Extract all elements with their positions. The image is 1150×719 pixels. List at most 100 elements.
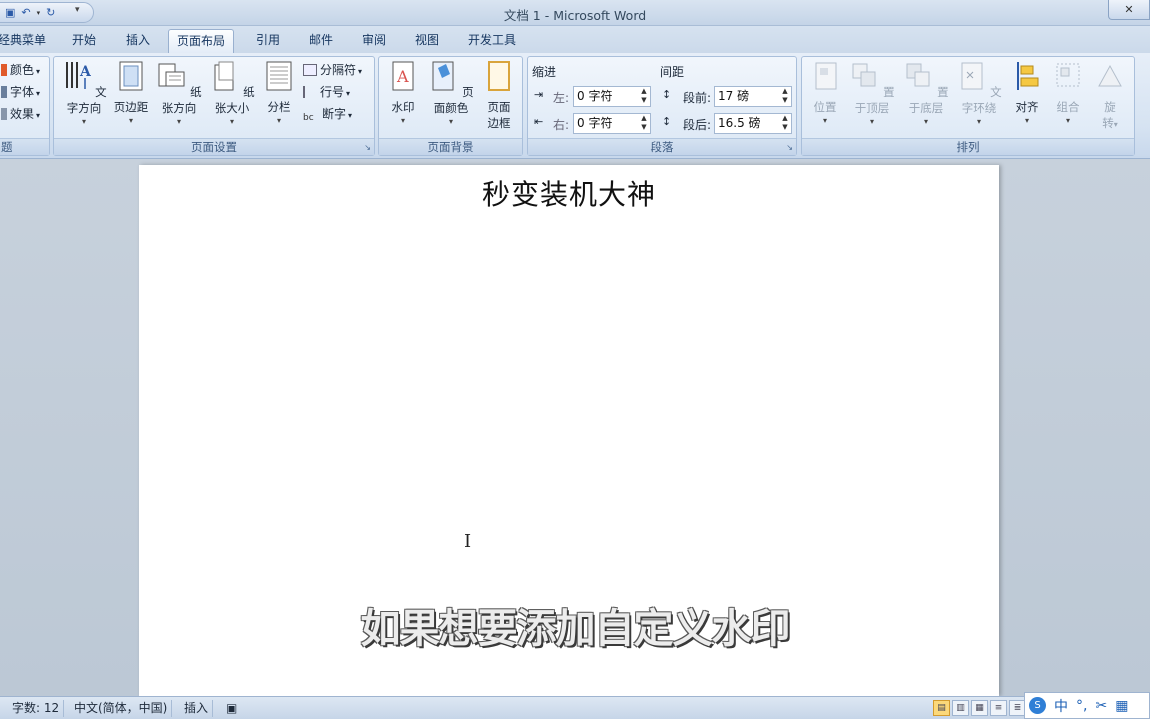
group-button[interactable]: 组合 ▾ <box>1050 60 1086 125</box>
hyphenation-icon: bc <box>303 113 314 123</box>
indent-left-input[interactable]: 0 字符 ▲ ▼ <box>573 86 651 107</box>
margins-label: 页边距 <box>113 100 149 114</box>
text-cursor-icon: I <box>464 531 472 552</box>
paper-size-icon <box>214 61 234 91</box>
ime-logo-icon[interactable]: S <box>1029 697 1046 714</box>
document-title-text[interactable]: 秒变装机大神 <box>139 173 999 213</box>
spacing-after-spinner[interactable]: ▲ ▼ <box>779 114 791 133</box>
svg-text:A: A <box>396 67 409 86</box>
indent-right-input[interactable]: 0 字符 ▲ ▼ <box>573 113 651 134</box>
breaks-icon <box>303 64 317 76</box>
paragraph-launcher-icon[interactable]: ↘ <box>786 143 793 152</box>
paragraph-group-label: 段落 <box>528 138 796 155</box>
ime-punctuation-icon[interactable]: °, <box>1076 698 1087 714</box>
status-bar: 字数: 12 中文(简体，中国) 插入 ▣ ▤ ▥ ▦ ≡ ≣ <box>0 696 1150 719</box>
margins-button[interactable]: 页边距 ▾ <box>111 60 151 125</box>
align-icon <box>1017 62 1039 90</box>
text-direction-button[interactable]: A 文字方向 ▾ <box>58 60 110 126</box>
theme-effects-button[interactable]: 效果 ▾ <box>1 105 40 123</box>
align-button[interactable]: 对齐 ▾ <box>1007 60 1047 125</box>
page-setup-launcher-icon[interactable]: ↘ <box>364 143 371 152</box>
page-borders-button[interactable]: 页面 边框 <box>481 60 517 131</box>
size-button[interactable]: 纸张大小 ▾ <box>207 60 257 126</box>
svg-text:A: A <box>79 64 91 80</box>
orientation-button[interactable]: 纸张方向 ▾ <box>154 60 204 126</box>
spacing-before-value: 17 磅 <box>718 89 750 103</box>
tab-classic-menu[interactable]: 经典菜单 <box>0 31 48 53</box>
indent-left-label: 左: <box>553 91 570 105</box>
orientation-icon <box>158 63 185 87</box>
wrap-text-icon <box>961 62 983 90</box>
tab-view[interactable]: 视图 <box>413 31 441 53</box>
indent-left-spinner[interactable]: ▲ ▼ <box>638 87 650 106</box>
insert-mode[interactable]: 插入 <box>180 700 214 717</box>
tab-home[interactable]: 开始 <box>70 31 98 53</box>
spacing-title: 间距 <box>660 65 685 79</box>
ime-language[interactable]: 中 <box>1054 696 1068 716</box>
tab-references[interactable]: 引用 <box>254 31 282 53</box>
line-numbers-label: 行号 <box>320 85 345 99</box>
print-layout-icon[interactable]: ▤ <box>933 700 950 716</box>
outline-view-icon[interactable]: ≡ <box>990 700 1007 716</box>
tab-review[interactable]: 审阅 <box>360 31 388 53</box>
ime-keyboard-icon[interactable]: ▦ <box>1115 698 1128 714</box>
columns-button[interactable]: 分栏 ▾ <box>261 60 297 125</box>
spacing-before-icon: ↕ <box>662 88 672 101</box>
arrange-group-label: 排列 <box>802 138 1134 155</box>
ime-scissors-icon[interactable]: ✂ <box>1095 698 1107 714</box>
ime-toolbar: S 中 °, ✂ ▦ <box>1024 692 1150 719</box>
breaks-label: 分隔符 <box>320 63 357 77</box>
word-count[interactable]: 字数: 12 <box>8 700 65 717</box>
view-switcher: ▤ ▥ ▦ ≡ ≣ <box>933 700 1026 716</box>
margins-icon <box>119 61 143 91</box>
tab-page-layout[interactable]: 页面布局 <box>168 29 235 53</box>
watermark-label: 水印 <box>391 100 415 114</box>
tab-mailings[interactable]: 邮件 <box>307 31 335 53</box>
group-icon <box>1056 63 1080 87</box>
hyphenation-label: 断字 <box>322 107 347 121</box>
theme-colors-label: 颜色 <box>10 63 35 77</box>
spacing-before-input[interactable]: 17 磅 ▲ ▼ <box>714 86 792 107</box>
tab-developer[interactable]: 开发工具 <box>466 31 518 53</box>
close-window-button[interactable]: ✕ <box>1108 0 1150 20</box>
tab-insert[interactable]: 插入 <box>124 31 152 53</box>
wrap-text-button[interactable]: 文字环绕 ▾ <box>953 60 1005 126</box>
line-numbers-button[interactable]: 行号 ▾ <box>303 83 350 101</box>
page-setup-group-label: 页面设置 <box>54 138 374 155</box>
indent-title: 缩进 <box>532 65 557 79</box>
indent-right-spinner[interactable]: ▲ ▼ <box>638 114 650 133</box>
themes-group: 颜色 ▾ 字体 ▾ 效果 ▾ 题 <box>0 56 50 156</box>
title-bar: ▣ ↶ ▾ ↻ ▾ 文档 1 - Microsoft Word ✕ <box>0 0 1150 26</box>
page-color-button[interactable]: 页面颜色 ▾ <box>425 60 477 126</box>
rotate-button[interactable]: 旋 转▾ <box>1092 60 1128 131</box>
hyphenation-button[interactable]: bc 断字 ▾ <box>303 105 352 123</box>
window-title: 文档 1 - Microsoft Word <box>503 8 647 23</box>
language-indicator[interactable]: 中文(简体，中国) <box>70 700 173 717</box>
page-background-group: A 水印 ▾ 页面颜色 ▾ 页面 边框 页面背景 <box>378 56 523 156</box>
breaks-button[interactable]: 分隔符 ▾ <box>303 61 362 79</box>
colors-icon <box>1 64 7 76</box>
indent-right-icon: ⇤ <box>534 115 544 128</box>
rotate-icon <box>1098 64 1122 87</box>
video-caption: 如果想要添加自定义水印 <box>360 606 791 652</box>
web-layout-icon[interactable]: ▦ <box>971 700 988 716</box>
theme-effects-label: 效果 <box>10 107 35 121</box>
fonts-icon <box>1 86 7 98</box>
theme-colors-button[interactable]: 颜色 ▾ <box>1 61 40 79</box>
spacing-before-spinner[interactable]: ▲ ▼ <box>779 87 791 106</box>
group-label: 组合 <box>1056 100 1080 114</box>
theme-fonts-button[interactable]: 字体 ▾ <box>1 83 40 101</box>
indent-left-value: 0 字符 <box>577 89 613 103</box>
page-borders-icon <box>488 61 510 91</box>
spacing-after-label: 段后: <box>683 118 712 132</box>
send-to-back-button[interactable]: 置于底层 ▾ <box>900 60 952 126</box>
bring-to-front-button[interactable]: 置于顶层 ▾ <box>846 60 898 126</box>
watermark-button[interactable]: A 水印 ▾ <box>385 60 421 125</box>
macro-recording-icon[interactable]: ▣ <box>222 700 241 717</box>
align-label: 对齐 <box>1015 100 1039 114</box>
full-reading-icon[interactable]: ▥ <box>952 700 969 716</box>
spacing-after-input[interactable]: 16.5 磅 ▲ ▼ <box>714 113 792 134</box>
position-button[interactable]: 位置 ▾ <box>806 60 844 125</box>
effects-icon <box>1 108 7 120</box>
rotate-label-2: 转 <box>1102 116 1114 130</box>
